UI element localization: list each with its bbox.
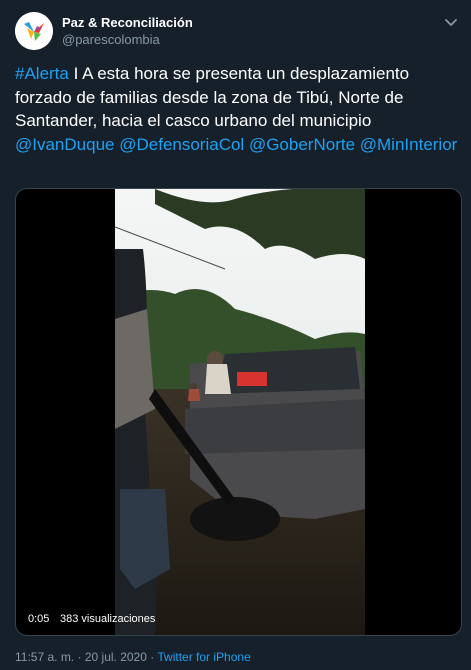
tweet-source[interactable]: Twitter for iPhone [157,650,250,664]
mention-link[interactable]: @MinInterior [360,135,458,154]
hashtag-link[interactable]: #Alerta [15,64,69,83]
avatar-logo-icon [15,12,53,50]
video-player[interactable]: 0:05 383 visualizaciones [15,188,462,636]
tweet-meta: 11:57 a. m. · 20 jul. 2020 · Twitter for… [15,650,251,664]
mention-link[interactable]: @GoberNorte [249,135,355,154]
video-elapsed: 0:05 [28,613,50,625]
chevron-down-icon[interactable] [443,14,459,30]
video-frame [115,189,365,635]
mention-link[interactable]: @IvanDuque [15,135,115,154]
video-views: 383 visualizaciones [60,613,156,625]
meta-separator: · [77,650,82,664]
tweet-time[interactable]: 11:57 a. m. [15,650,74,664]
tweet-date[interactable]: 20 jul. 2020 [85,650,147,664]
meta-separator: · [150,650,155,664]
avatar[interactable] [15,12,53,50]
account-name[interactable]: Paz & Reconciliación [62,15,193,30]
tweet-body: I A esta hora se presenta un desplazamie… [15,64,410,130]
account-handle[interactable]: @parescolombia [62,32,160,47]
mention-link[interactable]: @DefensoriaCol [119,135,244,154]
tweet-text: #Alerta I A esta hora se presenta un des… [15,62,460,156]
